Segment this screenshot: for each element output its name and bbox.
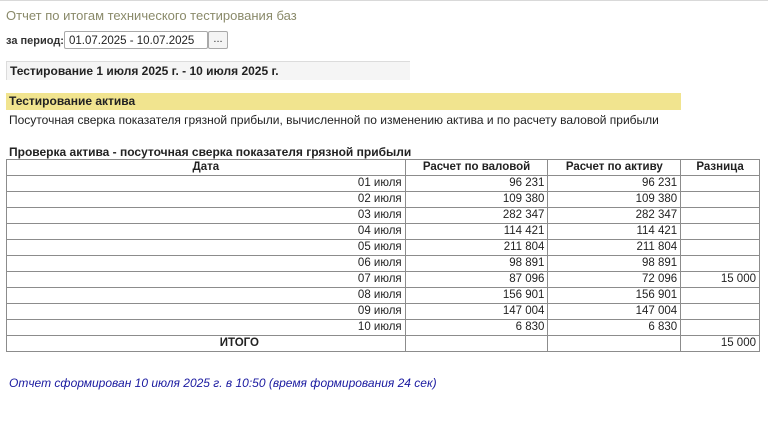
total-asset[interactable] — [547, 335, 682, 352]
cell-date[interactable]: 03 июля — [6, 207, 406, 224]
table-row[interactable]: 02 июля 109 380 109 380 — [6, 191, 760, 208]
cell-asset[interactable]: 147 004 — [547, 303, 682, 320]
report-header: Тестирование 1 июля 2025 г. - 10 июля 20… — [6, 61, 410, 80]
table-row[interactable]: 10 июля 6 830 6 830 — [6, 319, 760, 336]
report-body: Тестирование 1 июля 2025 г. - 10 июля 20… — [6, 61, 760, 352]
table-row[interactable]: 06 июля 98 891 98 891 — [6, 255, 760, 272]
report-generated-note: Отчет сформирован 10 июля 2025 г. в 10:5… — [9, 376, 437, 390]
cell-diff[interactable] — [680, 191, 760, 208]
cell-diff[interactable]: 15 000 — [680, 271, 760, 288]
cell-gross[interactable]: 6 830 — [404, 319, 549, 336]
cell-date[interactable]: 10 июля — [6, 319, 406, 336]
cell-diff[interactable] — [680, 223, 760, 240]
cell-gross[interactable]: 147 004 — [404, 303, 549, 320]
cell-gross[interactable]: 282 347 — [404, 207, 549, 224]
reconciliation-table: Дата Расчет по валовой Расчет по активу … — [6, 159, 760, 352]
top-border — [0, 0, 768, 1]
cell-date[interactable]: 04 июля — [6, 223, 406, 240]
cell-asset[interactable]: 156 901 — [547, 287, 682, 304]
cell-gross[interactable]: 211 804 — [404, 239, 549, 256]
table-row[interactable]: 09 июля 147 004 147 004 — [6, 303, 760, 320]
column-header-diff[interactable]: Разница — [680, 159, 760, 176]
cell-date[interactable]: 05 июля — [6, 239, 406, 256]
cell-diff[interactable] — [680, 239, 760, 256]
table-title: Проверка актива - посуточная сверка пока… — [9, 145, 412, 159]
cell-asset[interactable]: 282 347 — [547, 207, 682, 224]
cell-asset[interactable]: 109 380 — [547, 191, 682, 208]
cell-date[interactable]: 07 июля — [6, 271, 406, 288]
cell-gross[interactable]: 87 096 — [404, 271, 549, 288]
cell-gross[interactable]: 114 421 — [404, 223, 549, 240]
table-row[interactable]: 05 июля 211 804 211 804 — [6, 239, 760, 256]
cell-date[interactable]: 06 июля — [6, 255, 406, 272]
column-header-gross[interactable]: Расчет по валовой — [404, 159, 549, 176]
cell-gross[interactable]: 98 891 — [404, 255, 549, 272]
cell-asset[interactable]: 114 421 — [547, 223, 682, 240]
cell-date[interactable]: 01 июля — [6, 175, 406, 192]
cell-gross[interactable]: 96 231 — [404, 175, 549, 192]
table-row[interactable]: 08 июля 156 901 156 901 — [6, 287, 760, 304]
cell-diff[interactable] — [680, 319, 760, 336]
page-title: Отчет по итогам технического тестировани… — [6, 8, 297, 23]
period-select-button[interactable]: ... — [208, 31, 228, 49]
cell-asset[interactable]: 6 830 — [547, 319, 682, 336]
table-row[interactable]: 01 июля 96 231 96 231 — [6, 175, 760, 192]
cell-date[interactable]: 08 июля — [6, 287, 406, 304]
cell-diff[interactable] — [680, 303, 760, 320]
cell-date[interactable]: 09 июля — [6, 303, 406, 320]
section-title: Тестирование актива — [6, 93, 681, 110]
cell-asset[interactable]: 98 891 — [547, 255, 682, 272]
period-label: за период: — [6, 35, 64, 47]
cell-diff[interactable] — [680, 255, 760, 272]
cell-date[interactable]: 02 июля — [6, 191, 406, 208]
total-gross[interactable] — [404, 335, 549, 352]
cell-asset[interactable]: 211 804 — [547, 239, 682, 256]
table-row[interactable]: 04 июля 114 421 114 421 — [6, 223, 760, 240]
table-header-row: Дата Расчет по валовой Расчет по активу … — [6, 159, 760, 176]
cell-diff[interactable] — [680, 175, 760, 192]
column-header-date[interactable]: Дата — [6, 159, 406, 176]
cell-diff[interactable] — [680, 207, 760, 224]
cell-diff[interactable] — [680, 287, 760, 304]
section-description: Посуточная сверка показателя грязной при… — [9, 113, 659, 127]
cell-asset[interactable]: 72 096 — [547, 271, 682, 288]
column-header-asset[interactable]: Расчет по активу — [547, 159, 682, 176]
table-row[interactable]: 03 июля 282 347 282 347 — [6, 207, 760, 224]
cell-asset[interactable]: 96 231 — [547, 175, 682, 192]
cell-gross[interactable]: 109 380 — [404, 191, 549, 208]
total-label[interactable]: ИТОГО — [6, 335, 406, 352]
cell-gross[interactable]: 156 901 — [404, 287, 549, 304]
total-diff[interactable]: 15 000 — [680, 335, 760, 352]
table-row[interactable]: 07 июля 87 096 72 096 15 000 — [6, 271, 760, 288]
total-row[interactable]: ИТОГО 15 000 — [6, 335, 760, 352]
period-input[interactable]: 01.07.2025 - 10.07.2025 — [64, 31, 208, 49]
